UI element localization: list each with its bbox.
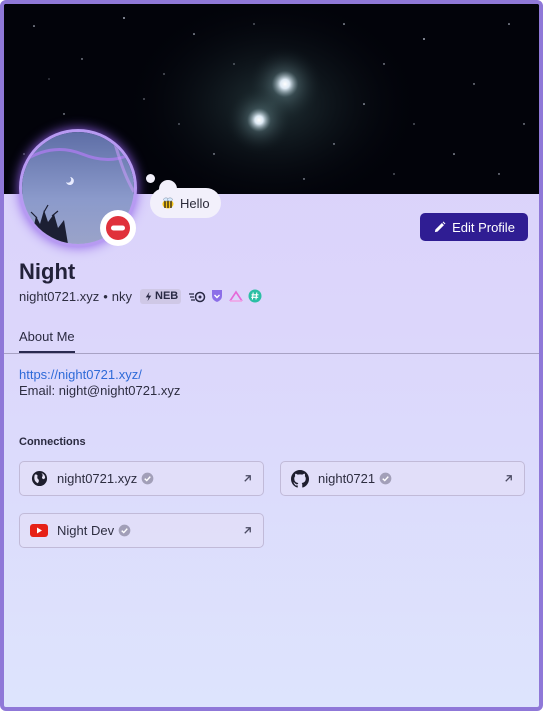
- connections-title: Connections: [19, 436, 86, 448]
- about-email-line: Email: night@night0721.xyz: [19, 383, 181, 398]
- connection-name: Night Dev: [57, 523, 115, 538]
- connection-card-domain[interactable]: night0721.xyz: [19, 461, 264, 496]
- external-link-arrow-icon: [242, 473, 253, 484]
- github-icon: [291, 469, 309, 488]
- tab-about-me[interactable]: About Me: [19, 324, 75, 353]
- verified-check-icon: [141, 472, 154, 485]
- speed-badge-icon[interactable]: [188, 289, 206, 303]
- profile-card: Hello Edit Profile Night night0721.xyz •…: [0, 0, 543, 711]
- hashtag-badge-icon[interactable]: [248, 289, 262, 303]
- triangle-badge-icon[interactable]: [228, 289, 244, 303]
- display-name: Night: [19, 259, 76, 284]
- status-bubble-tail-small: [146, 174, 155, 183]
- edit-profile-label: Edit Profile: [452, 219, 515, 235]
- external-link-arrow-icon: [503, 473, 514, 484]
- edit-profile-button[interactable]: Edit Profile: [420, 213, 528, 241]
- shield-badge-icon[interactable]: [210, 289, 224, 303]
- connection-name: night0721: [318, 471, 376, 486]
- lightning-icon: [145, 291, 152, 301]
- separator-dot: •: [103, 288, 108, 304]
- bee-emoji-icon: [162, 197, 174, 209]
- connection-card-github[interactable]: night0721: [280, 461, 525, 496]
- neb-badge[interactable]: NEB: [140, 288, 182, 304]
- profile-subline: night0721.xyz • nky NEB: [19, 288, 262, 304]
- connection-name: night0721.xyz: [57, 471, 138, 486]
- globe-icon: [30, 470, 48, 488]
- dnd-status-indicator: [100, 210, 136, 246]
- pencil-icon: [434, 221, 446, 232]
- youtube-icon: [30, 522, 48, 540]
- custom-status-text: Hello: [180, 195, 210, 211]
- do-not-disturb-icon: [106, 216, 130, 240]
- avatar-container[interactable]: [18, 128, 140, 250]
- about-me-section: https://night0721.xyz/ Email: night@nigh…: [19, 367, 180, 399]
- neb-badge-label: NEB: [155, 290, 179, 302]
- profile-tabbar: About Me: [4, 324, 539, 354]
- verified-check-icon: [379, 472, 392, 485]
- username: night0721.xyz: [19, 288, 100, 304]
- about-website-link[interactable]: https://night0721.xyz/: [19, 367, 142, 382]
- verified-check-icon: [118, 524, 131, 537]
- external-link-arrow-icon: [242, 525, 253, 536]
- pronoun-tag: nky: [111, 288, 133, 304]
- connection-card-youtube[interactable]: Night Dev: [19, 513, 264, 548]
- custom-status-bubble: Hello: [150, 188, 221, 218]
